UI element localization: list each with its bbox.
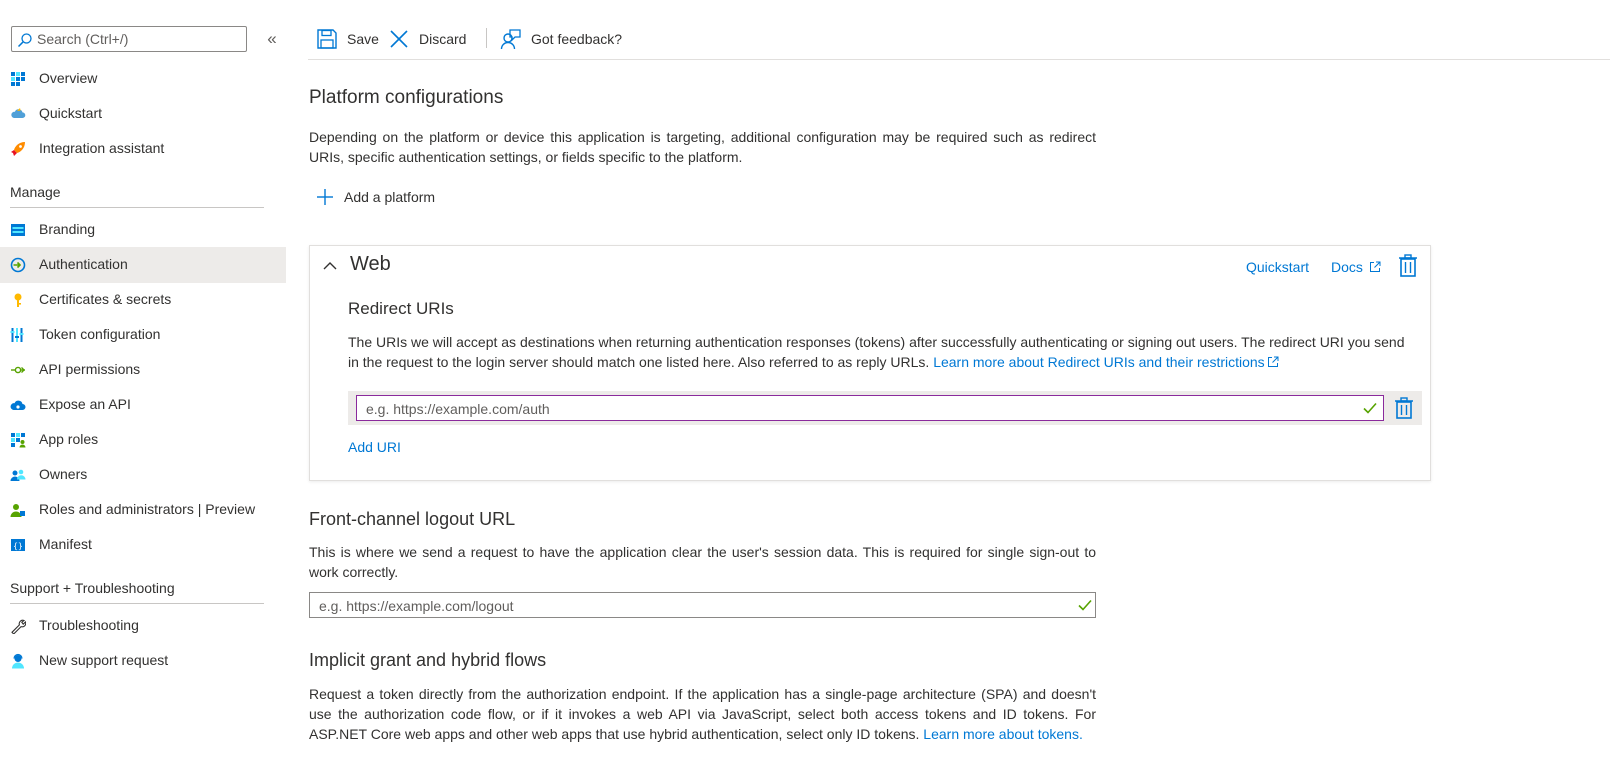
token-bars-icon [10,328,24,342]
sidebar-item-api-permissions[interactable]: API permissions [0,352,286,388]
sidebar-item-expose-an-api[interactable]: Expose an API [0,387,286,423]
sidebar-item-troubleshooting[interactable]: Troubleshooting [0,608,286,644]
sidebar-item-label: Manifest [39,536,92,552]
sidebar-item-token-configuration[interactable]: Token configuration [0,317,286,353]
redirect-uris-description: The URIs we will accept as destinations … [348,332,1412,372]
add-uri-link[interactable]: Add URI [348,439,401,455]
web-platform-title: Web [350,253,391,275]
rocket-icon [11,142,25,156]
feedback-person-icon [500,29,521,50]
sidebar-item-label: Integration assistant [39,140,165,156]
sidebar: « Overview Quickstart Integration assist… [0,0,286,774]
external-link-icon [1369,261,1381,272]
checkmark-icon [1363,402,1377,414]
toolbar-separator [486,28,487,48]
sidebar-item-certificates-secrets[interactable]: Certificates & secrets [0,282,286,318]
sidebar-item-label: Owners [39,466,88,482]
implicit-grant-description: Request a token directly from the author… [309,684,1096,744]
close-icon [390,30,408,48]
sidebar-item-authentication[interactable]: Authentication [0,247,286,283]
sidebar-item-label: Overview [39,70,98,86]
web-docs-label: Docs [1331,259,1363,275]
app-roles-grid-icon [11,433,26,448]
feedback-button[interactable]: Got feedback? [500,26,622,52]
plus-icon [317,189,333,205]
collapse-sidebar-icon[interactable]: « [263,30,281,48]
logout-url-description: This is where we send a request to have … [309,544,1096,580]
sidebar-item-app-roles[interactable]: App roles [0,422,286,458]
sidebar-item-label: App roles [39,431,99,447]
redirect-uri-input[interactable] [366,399,1346,418]
search-box[interactable] [11,26,247,52]
sidebar-item-new-support-request[interactable]: New support request [0,643,286,679]
manifest-icon: {} [11,539,25,551]
redirect-uris-heading: Redirect URIs [348,299,454,318]
web-quickstart-link[interactable]: Quickstart [1246,259,1309,275]
sidebar-item-label: Branding [39,221,96,237]
redirect-uri-field[interactable] [356,395,1384,421]
platform-configurations-title: Platform configurations [309,87,504,108]
redirect-uri-row [348,391,1422,425]
feedback-label: Got feedback? [531,31,623,47]
sidebar-item-label: Authentication [39,256,128,272]
add-platform-button[interactable]: Add a platform [316,186,435,208]
manage-heading: Manage [10,184,264,208]
search-input[interactable] [37,29,242,49]
learn-more-tokens-link[interactable]: Learn more about tokens. [923,726,1083,742]
chevron-up-icon[interactable] [322,258,338,274]
external-link-icon [1267,356,1279,367]
command-bar: Save Discard Got feedback? [308,22,1610,56]
owners-people-icon [10,469,26,481]
sidebar-item-quickstart[interactable]: Quickstart [0,96,286,132]
quickstart-cloud-icon [11,108,26,118]
sidebar-item-label: API permissions [39,361,141,377]
sidebar-item-label: Troubleshooting [39,617,139,633]
key-icon [14,293,22,307]
discard-button[interactable]: Discard [388,26,466,52]
sidebar-item-roles-administrators[interactable]: Roles and administrators | Preview [0,492,286,528]
discard-label: Discard [419,31,467,47]
add-platform-label: Add a platform [344,189,436,205]
api-permissions-icon [11,366,25,374]
redirect-learn-more-link[interactable]: Learn more about Redirect URIs and their… [933,354,1264,370]
overview-grid-icon [11,72,25,86]
support-heading: Support + Troubleshooting [10,580,264,604]
authentication-icon [10,257,26,273]
logout-url-title: Front-channel logout URL [309,509,516,529]
implicit-grant-title: Implicit grant and hybrid flows [309,650,547,670]
roles-admin-icon [10,504,25,517]
checkmark-icon [1078,599,1092,611]
save-icon [317,29,337,49]
branding-icon [11,224,25,236]
sidebar-item-branding[interactable]: Branding [0,212,286,248]
wrench-icon [11,619,26,634]
delete-platform-trash-icon[interactable] [1398,254,1418,278]
sidebar-item-integration-assistant[interactable]: Integration assistant [0,131,286,167]
web-docs-link[interactable]: Docs [1331,259,1381,275]
delete-uri-trash-icon[interactable] [1394,397,1414,419]
support-person-icon [12,653,24,669]
sidebar-item-label: Token configuration [39,326,161,342]
expose-api-cloud-icon [10,400,26,410]
sidebar-item-overview[interactable]: Overview [0,61,286,97]
logout-url-input[interactable] [319,596,1059,615]
sidebar-item-label: Roles and administrators | Preview [39,501,256,517]
search-icon [17,33,32,48]
sidebar-item-owners[interactable]: Owners [0,457,286,493]
sidebar-item-label: New support request [39,652,169,668]
sidebar-item-label: Certificates & secrets [39,291,172,307]
save-label: Save [347,31,379,47]
sidebar-item-manifest[interactable]: {} Manifest [0,527,286,563]
toolbar-divider [308,59,1610,60]
web-platform-card: Web Quickstart Docs Redirect URIs The UR… [309,245,1431,481]
save-button[interactable]: Save [316,26,379,52]
platform-description: Depending on the platform or device this… [309,129,1096,165]
svg-text:{}: {} [13,542,23,551]
sidebar-item-label: Quickstart [39,105,103,121]
sidebar-search-row: « [11,26,281,52]
sidebar-item-label: Expose an API [39,396,131,412]
logout-url-field[interactable] [309,592,1096,618]
